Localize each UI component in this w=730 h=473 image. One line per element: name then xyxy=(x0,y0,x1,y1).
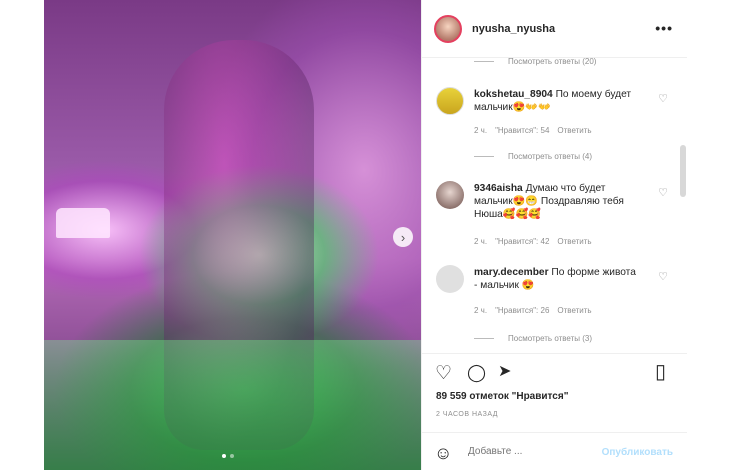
commenter-username[interactable]: mary.december xyxy=(474,267,549,278)
add-comment-input[interactable] xyxy=(466,445,610,458)
bookmark-icon[interactable]: ▯ xyxy=(655,362,666,382)
author-avatar[interactable] xyxy=(434,14,462,43)
comment-likes-count[interactable]: "Нравится": 54 xyxy=(495,126,549,135)
comment-meta: 2 ч. "Нравится": 26 Ответить xyxy=(474,306,592,315)
like-icon[interactable]: ♡ xyxy=(435,364,452,383)
comment-composer: ☺ Опубликовать xyxy=(422,432,687,473)
comment-icon[interactable]: ◯ xyxy=(467,364,486,381)
comment-text: mary.december По форме живота - мальчик … xyxy=(474,266,642,292)
photo-blanket xyxy=(44,340,421,470)
view-replies-link[interactable]: Посмотреть ответы (20) xyxy=(474,57,596,66)
comment-age: 2 ч. xyxy=(474,306,488,315)
post-time: 2 ЧАСОВ НАЗАД xyxy=(436,411,498,418)
commenter-avatar[interactable] xyxy=(436,181,464,209)
divider-line xyxy=(474,156,494,157)
like-comment-heart-icon[interactable]: ♡ xyxy=(658,92,668,105)
post-side-panel: nyusha_nyusha ••• Посмотреть ответы (20)… xyxy=(421,0,687,470)
like-comment-heart-icon[interactable]: ♡ xyxy=(658,186,668,199)
like-comment-heart-icon[interactable]: ♡ xyxy=(658,270,668,283)
divider-line xyxy=(474,61,494,62)
carousel-dot-1 xyxy=(222,454,226,458)
comment-age: 2 ч. xyxy=(474,237,488,246)
post-header: nyusha_nyusha ••• xyxy=(422,0,687,58)
author-username[interactable]: nyusha_nyusha xyxy=(472,23,555,35)
chevron-right-icon: › xyxy=(400,229,406,245)
comment-item: 9346aisha Думаю что будет мальчик😍😁 Позд… xyxy=(436,181,672,261)
reply-button[interactable]: Ответить xyxy=(557,237,591,246)
view-replies-link[interactable]: Посмотреть ответы (4) xyxy=(474,152,592,161)
carousel-dot-2 xyxy=(230,454,234,458)
commenter-avatar[interactable] xyxy=(436,265,464,293)
carousel-dots xyxy=(222,454,234,458)
post-photo[interactable] xyxy=(44,0,421,470)
comment-text: 9346aisha Думаю что будет мальчик😍😁 Позд… xyxy=(474,182,642,221)
reply-button[interactable]: Ответить xyxy=(557,306,591,315)
comment-likes-count[interactable]: "Нравится": 26 xyxy=(495,306,549,315)
comment-text: kokshetau_8904 По моему будет мальчик😍👐👐 xyxy=(474,88,642,114)
likes-count[interactable]: 89 559 отметок "Нравится" xyxy=(436,391,568,402)
comments-scrollbar[interactable] xyxy=(680,145,686,197)
share-icon[interactable]: ➤ xyxy=(498,364,511,380)
next-image-button[interactable]: › xyxy=(393,227,413,247)
emoji-icon[interactable]: ☺ xyxy=(434,443,452,464)
photo-lamp xyxy=(56,208,110,238)
reply-button[interactable]: Ответить xyxy=(557,126,591,135)
comment-age: 2 ч. xyxy=(474,126,488,135)
more-options-icon[interactable]: ••• xyxy=(655,20,673,36)
view-replies-label: Посмотреть ответы (4) xyxy=(508,152,593,161)
comment-meta: 2 ч. "Нравится": 42 Ответить xyxy=(474,237,592,246)
publish-button[interactable]: Опубликовать xyxy=(602,447,673,458)
divider-line xyxy=(474,338,494,339)
comment-item: mary.december По форме живота - мальчик … xyxy=(436,265,672,345)
post-actions: ♡ ◯ ➤ ▯ 89 559 отметок "Нравится" 2 ЧАСО… xyxy=(422,353,687,472)
comments-list: Посмотреть ответы (20) kokshetau_8904 По… xyxy=(422,57,687,353)
view-replies-label: Посмотреть ответы (3) xyxy=(508,334,593,343)
comment-likes-count[interactable]: "Нравится": 42 xyxy=(495,237,549,246)
commenter-username[interactable]: kokshetau_8904 xyxy=(474,89,553,100)
commenter-avatar[interactable] xyxy=(436,87,464,115)
comment-meta: 2 ч. "Нравится": 54 Ответить xyxy=(474,126,592,135)
view-replies-link[interactable]: Посмотреть ответы (3) xyxy=(474,334,592,343)
commenter-username[interactable]: 9346aisha xyxy=(474,183,523,194)
view-replies-label: Посмотреть ответы (20) xyxy=(508,57,597,66)
